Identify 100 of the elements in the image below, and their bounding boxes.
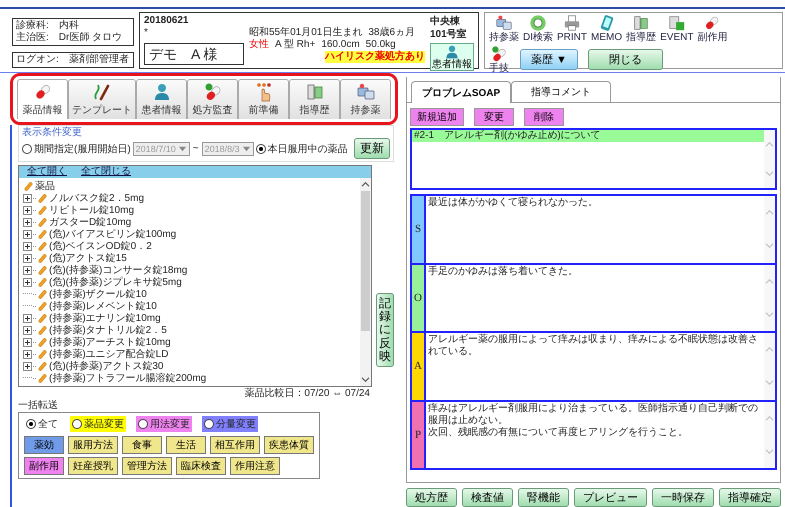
- footer-button[interactable]: プレビュー: [574, 488, 647, 507]
- footer-button[interactable]: 腎機能: [518, 488, 569, 507]
- tree-item[interactable]: (持参薬)タナトリル錠2．5: [49, 323, 167, 337]
- tree-item[interactable]: ノルバスク錠2．5mg: [49, 191, 144, 205]
- footer-button[interactable]: 一時保存: [652, 488, 714, 507]
- calendar-icon: [668, 14, 686, 32]
- expand-icon[interactable]: [23, 338, 32, 346]
- record-tab[interactable]: 指導コメント: [511, 81, 611, 102]
- toolbar-button[interactable]: 指導歴: [625, 14, 658, 43]
- radio-button[interactable]: [72, 419, 82, 429]
- radio-label[interactable]: 期間指定(服用開始日): [34, 142, 131, 156]
- radio-button[interactable]: [22, 144, 32, 154]
- soap-text[interactable]: 手足のかゆみは落ち着いてきた。: [426, 264, 764, 331]
- radio-label[interactable]: 薬品変更: [84, 417, 124, 431]
- expand-icon[interactable]: [23, 278, 32, 286]
- action-button[interactable]: 削除: [524, 108, 564, 126]
- tree-item[interactable]: (持参薬)レメベント錠10: [49, 299, 157, 313]
- footer-button[interactable]: 指導確定: [719, 488, 781, 507]
- tree-item[interactable]: 薬品: [35, 179, 55, 193]
- toolbar-button[interactable]: 手技: [488, 45, 510, 74]
- scrollbar[interactable]: [360, 178, 371, 386]
- record-tab[interactable]: プロブレムSOAP: [411, 81, 511, 103]
- category-button[interactable]: 副作用: [24, 457, 64, 475]
- tree-item[interactable]: (持参薬)エナリン錠10mg: [49, 311, 161, 325]
- main-tab[interactable]: 処方監査: [187, 79, 238, 119]
- main-tab[interactable]: 前準備: [238, 79, 289, 119]
- category-button[interactable]: 疾患体質: [264, 436, 314, 454]
- tree-item[interactable]: (持参薬)フトラフール腸溶錠200mg: [49, 371, 206, 385]
- expand-icon[interactable]: [23, 326, 32, 334]
- tree-item[interactable]: (危)アクトス錠15: [49, 251, 127, 265]
- toolbar-button[interactable]: MEMO: [590, 14, 624, 43]
- tree-item[interactable]: (危)バイアスピリン錠100mg: [49, 227, 176, 241]
- radio-label[interactable]: 全て: [38, 417, 58, 431]
- expand-icon[interactable]: [23, 218, 32, 226]
- category-button[interactable]: 管理方法: [122, 457, 172, 475]
- footer-button[interactable]: 処方歴: [406, 488, 457, 507]
- history-button[interactable]: 薬歴 ▼: [520, 49, 578, 70]
- close-button[interactable]: 閉じる: [588, 49, 663, 70]
- expand-icon[interactable]: [23, 242, 32, 250]
- radio-label[interactable]: 用法変更: [150, 417, 190, 431]
- main-tab[interactable]: 指導歴: [289, 79, 340, 119]
- toolbar-button[interactable]: 持参薬: [488, 14, 520, 43]
- tree-item[interactable]: (危)(持参薬)アクトス錠30: [49, 359, 164, 373]
- collapse-all-link[interactable]: 全て閉じる: [81, 166, 131, 178]
- soap-text[interactable]: 痒みはアレルギー剤服用により治まっている。医師指示通り自己判断での服用は止めない。 次回、残眠感の有無について再度ヒアリングを行うこと。: [426, 402, 764, 468]
- radio-button[interactable]: [204, 419, 214, 429]
- radio-button[interactable]: [26, 419, 36, 429]
- toolbar-button[interactable]: DI検索: [522, 14, 554, 43]
- category-button[interactable]: 作用注意: [230, 457, 280, 475]
- problem-row[interactable]: #2-1 アレルギー剤(かゆみ止め)について: [412, 130, 764, 142]
- tree-item[interactable]: (危)(持参薬)ジプレキサ錠5mg: [49, 275, 182, 289]
- category-button[interactable]: 臨床検査: [176, 457, 226, 475]
- footer-button[interactable]: 検査値: [462, 488, 513, 507]
- toolbar-button[interactable]: EVENT: [659, 14, 694, 43]
- expand-all-link[interactable]: 全て開く: [27, 166, 67, 178]
- category-button[interactable]: 相互作用: [210, 436, 260, 454]
- toolbar-button[interactable]: PRINT: [556, 14, 588, 43]
- filter-chip[interactable]: 分量変更: [202, 416, 258, 432]
- expand-icon[interactable]: [23, 206, 32, 214]
- scroll-up-icon[interactable]: [361, 181, 370, 188]
- tree-item[interactable]: ガスターD錠10mg: [49, 215, 132, 229]
- reflect-button[interactable]: 記録に反映: [376, 293, 394, 367]
- tree-item[interactable]: (持参薬)アーチスト錠10mg: [49, 335, 171, 349]
- birth-date: 昭和55年01月01日生まれ: [249, 27, 362, 38]
- radio-label[interactable]: 分量変更: [216, 417, 256, 431]
- soap-text[interactable]: 最近は体がかゆくて寝られなかった。: [426, 196, 764, 262]
- expand-icon[interactable]: [23, 266, 32, 274]
- main-tab[interactable]: 持参薬: [340, 79, 391, 119]
- expand-icon[interactable]: [23, 230, 32, 238]
- radio-label[interactable]: 本日服用中の薬品: [268, 142, 348, 156]
- category-button[interactable]: 生活: [166, 436, 206, 454]
- category-button[interactable]: 服用方法: [68, 436, 118, 454]
- action-button[interactable]: 変更: [474, 108, 514, 126]
- filter-chip[interactable]: 全て: [24, 416, 60, 432]
- action-button[interactable]: 新規追加: [410, 108, 464, 126]
- expand-icon[interactable]: [23, 314, 32, 322]
- expand-icon[interactable]: [23, 254, 32, 262]
- radio-button[interactable]: [256, 144, 266, 154]
- soap-text[interactable]: アレルギー薬の服用によって痒みは収まり、痒みによる不眠状態は改善されている。: [426, 333, 764, 400]
- tree-item[interactable]: リピトール錠10mg: [49, 203, 134, 217]
- main-tab[interactable]: 患者情報: [136, 79, 187, 119]
- filter-chip[interactable]: 薬品変更: [70, 416, 126, 432]
- expand-icon[interactable]: [23, 350, 32, 358]
- category-button[interactable]: 食事: [122, 436, 162, 454]
- expand-icon[interactable]: [23, 194, 32, 202]
- tree-item[interactable]: (持参薬)ザクール錠10: [49, 287, 147, 301]
- tree-item[interactable]: (持参薬)ユニシア配合錠LD: [49, 347, 168, 361]
- scroll-down-icon[interactable]: [361, 376, 370, 383]
- expand-icon[interactable]: [23, 362, 32, 370]
- category-button[interactable]: 薬効: [24, 436, 64, 454]
- update-button[interactable]: 更新: [354, 138, 390, 159]
- tree-item[interactable]: (危)(持参薬)コンサータ錠18mg: [49, 263, 188, 277]
- toolbar-button[interactable]: 副作用: [696, 14, 728, 43]
- tree-item[interactable]: (危)ベイスンOD錠0．2: [49, 239, 152, 253]
- radio-button[interactable]: [138, 419, 148, 429]
- main-tab[interactable]: 薬品情報: [17, 79, 68, 119]
- patient-info-button[interactable]: 患者情報: [430, 43, 474, 71]
- category-button[interactable]: 妊産授乳: [68, 457, 118, 475]
- main-tab[interactable]: テンプレート: [68, 79, 136, 119]
- filter-chip[interactable]: 用法変更: [136, 416, 192, 432]
